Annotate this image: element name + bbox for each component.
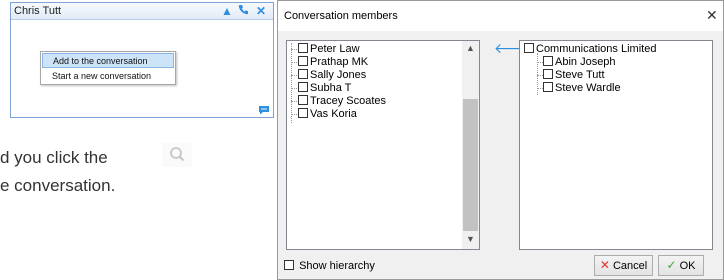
checkbox[interactable] [298,108,308,118]
phone-icon[interactable] [238,4,249,18]
chat-window: Chris Tutt ▲ ✕ Add to the conversation S… [10,2,274,118]
check-icon: ✓ [666,258,677,272]
cancel-label: Cancel [612,260,648,272]
show-hierarchy-label: Show hierarchy [299,260,375,272]
vertical-scrollbar[interactable]: ▲ ▼ [462,41,479,249]
ok-label: OK [679,260,696,272]
list-item[interactable]: Steve Wardle [543,82,621,95]
x-icon: ✕ [599,258,610,272]
show-hierarchy-checkbox[interactable] [284,260,294,270]
scroll-up-icon[interactable]: ▲ [466,43,475,53]
list-item[interactable]: Prathap MK [298,56,368,69]
list-item[interactable]: Tracey Scoates [298,95,386,108]
checkbox[interactable] [298,69,308,79]
checkbox[interactable] [298,56,308,66]
group-item[interactable]: Communications Limited [524,43,656,56]
background-text-line-2: e conversation. [0,176,116,195]
contact-name: Sally Jones [310,69,367,81]
conversation-members-dialog: Conversation members ✕ Peter Law Prathap… [277,0,724,280]
start-new-conversation-item[interactable]: Start a new conversation [42,69,174,84]
dialog-title: Conversation members [284,10,398,22]
member-name: Steve Wardle [555,82,621,94]
scroll-down-icon[interactable]: ▼ [466,234,475,244]
available-contacts-list[interactable]: Peter Law Prathap MK Sally Jones Subha T… [286,40,480,250]
list-item[interactable]: Vas Koria [298,108,357,121]
checkbox[interactable] [543,69,553,79]
ok-button[interactable]: ✓ OK [658,255,704,276]
checkbox[interactable] [298,82,308,92]
context-menu: Add to the conversation Start a new conv… [40,51,176,85]
checkbox[interactable] [543,56,553,66]
contact-name: Subha T [310,82,352,94]
search-icon [162,143,192,172]
conversation-members-list[interactable]: Communications Limited Abin Joseph Steve… [519,40,713,250]
group-name: Communications Limited [536,43,657,55]
checkbox[interactable] [543,82,553,92]
collapse-icon[interactable]: ▲ [221,4,233,18]
contact-name: Vas Koria [310,108,357,120]
member-name: Steve Tutt [555,69,605,81]
list-item[interactable]: Steve Tutt [543,69,605,82]
background-text-line-1: d you click the [0,148,108,167]
scrollbar-thumb[interactable] [463,99,478,231]
member-name: Abin Joseph [555,56,616,68]
contact-name: Peter Law [310,43,360,55]
add-arrow-icon[interactable]: 🡐 [494,41,532,55]
add-to-conversation-item[interactable]: Add to the conversation [42,53,174,68]
checkbox[interactable] [524,43,534,53]
checkbox[interactable] [298,43,308,53]
list-item[interactable]: Peter Law [298,43,360,56]
contact-name: Prathap MK [310,56,369,68]
list-item[interactable]: Abin Joseph [543,56,616,69]
chat-bubble-icon[interactable] [258,102,270,115]
contact-name: Tracey Scoates [310,95,387,107]
cancel-button[interactable]: ✕ Cancel [594,255,653,276]
dialog-header: Conversation members ✕ [278,1,723,31]
close-icon[interactable]: ✕ [256,4,266,18]
list-item[interactable]: Sally Jones [298,69,366,82]
show-hierarchy-toggle[interactable]: Show hierarchy [284,260,375,272]
close-icon[interactable]: ✕ [706,7,718,24]
list-item[interactable]: Subha T [298,82,351,95]
checkbox[interactable] [298,95,308,105]
chat-title-bar: Chris Tutt ▲ ✕ [11,3,273,20]
chat-contact-name: Chris Tutt [14,5,62,17]
